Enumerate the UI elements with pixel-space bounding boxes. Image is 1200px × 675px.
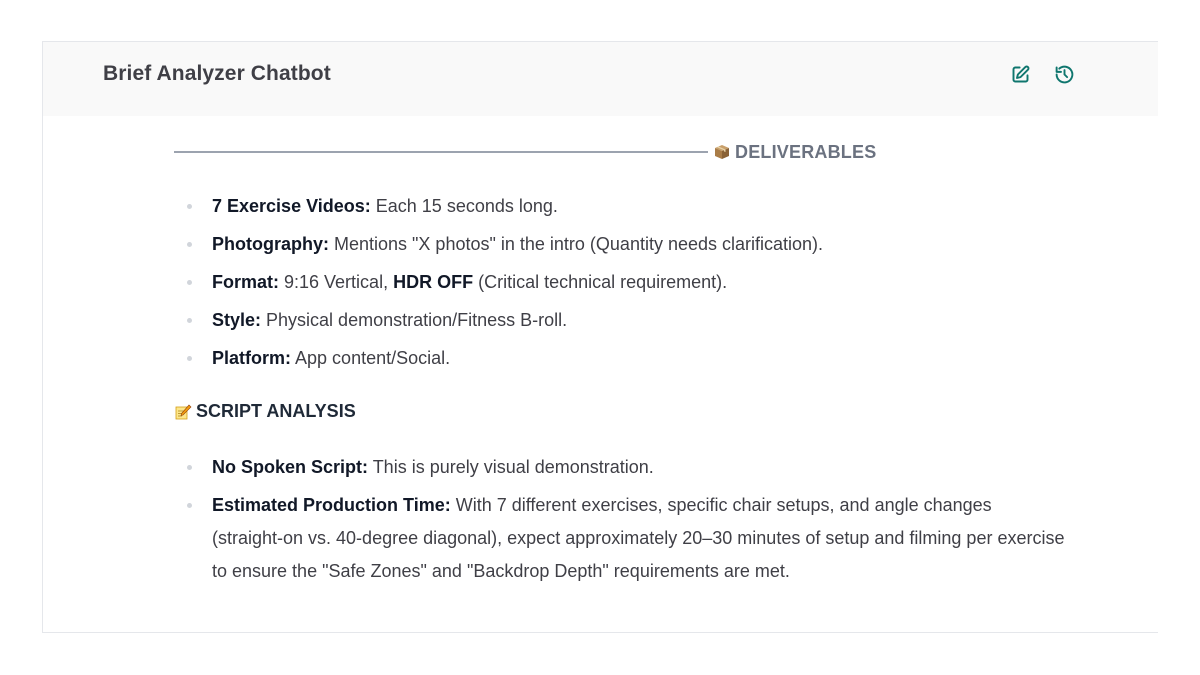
bullet-icon — [187, 242, 192, 247]
item-text: App content/Social. — [291, 348, 451, 368]
list-item: 7 Exercise Videos: Each 15 seconds long. — [185, 190, 1065, 223]
item-label: Estimated Production Time: — [212, 495, 451, 515]
item-label: 7 Exercise Videos: — [212, 196, 371, 216]
script-analysis-heading: SCRIPT ANALYSIS — [174, 401, 356, 422]
item-text: 9:16 Vertical, — [279, 272, 394, 292]
chat-window: Brief Analyzer Chatbot DELIVERABLES 7 Ex… — [42, 41, 1158, 633]
bullet-icon — [187, 280, 192, 285]
deliverables-heading: DELIVERABLES — [735, 141, 877, 162]
deliverables-list: 7 Exercise Videos: Each 15 seconds long.… — [185, 190, 1065, 380]
divider-line — [174, 151, 708, 153]
list-item: Platform: App content/Social. — [185, 342, 1065, 375]
item-text: (Critical technical requirement). — [473, 272, 728, 292]
item-label: Photography: — [212, 234, 329, 254]
bullet-icon — [187, 356, 192, 361]
header-actions — [1008, 62, 1076, 86]
item-text: This is purely visual demonstration. — [368, 457, 654, 477]
bullet-icon — [187, 503, 192, 508]
list-item: Photography: Mentions "X photos" in the … — [185, 228, 1065, 261]
app-title: Brief Analyzer Chatbot — [103, 62, 331, 85]
edit-icon[interactable] — [1008, 62, 1032, 86]
package-icon — [715, 145, 729, 159]
bullet-icon — [187, 204, 192, 209]
list-item: Format: 9:16 Vertical, HDR OFF (Critical… — [185, 266, 1065, 299]
item-label: No Spoken Script: — [212, 457, 369, 477]
item-label: Format: — [212, 272, 279, 292]
item-label: Platform: — [212, 348, 292, 368]
list-item: Estimated Production Time: With 7 differ… — [185, 489, 1065, 588]
item-text: Mentions "X photos" in the intro (Quanti… — [329, 234, 824, 254]
script-analysis-label: SCRIPT ANALYSIS — [196, 401, 356, 421]
list-item: No Spoken Script: This is purely visual … — [185, 451, 1065, 484]
chat-message-content: DELIVERABLES 7 Exercise Videos: Each 15 … — [43, 116, 1158, 632]
script-analysis-list: No Spoken Script: This is purely visual … — [185, 451, 1065, 593]
bullet-icon — [187, 465, 192, 470]
item-label: Style: — [212, 310, 262, 330]
list-item: Style: Physical demonstration/Fitness B-… — [185, 304, 1065, 337]
memo-icon — [175, 404, 192, 419]
item-text: Physical demonstration/Fitness B-roll. — [261, 310, 568, 330]
item-emphasis: HDR OFF — [393, 272, 474, 292]
chat-header: Brief Analyzer Chatbot — [43, 42, 1158, 116]
item-text: Each 15 seconds long. — [370, 196, 558, 216]
bullet-icon — [187, 318, 192, 323]
deliverables-divider: DELIVERABLES — [174, 140, 894, 164]
history-icon[interactable] — [1052, 62, 1076, 86]
